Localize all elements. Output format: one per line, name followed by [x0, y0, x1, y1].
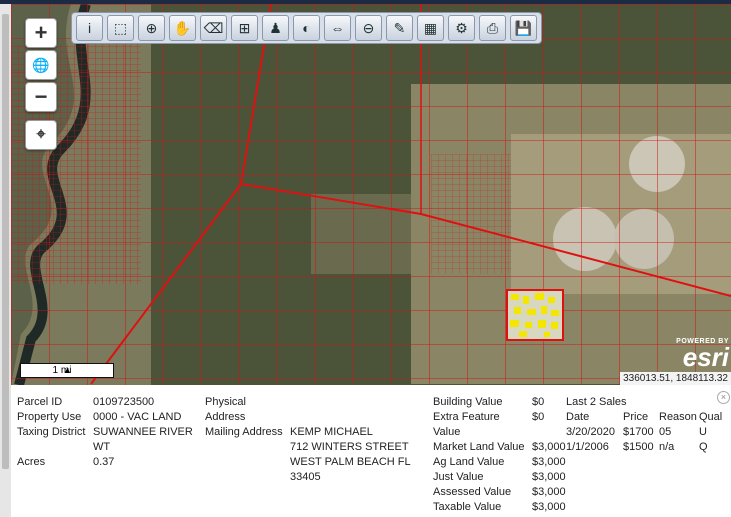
sales-title: Last 2 Sales: [566, 396, 627, 408]
sales-cell: 1/1/2006: [566, 441, 609, 453]
sales-cell: 3/20/2020: [566, 426, 615, 438]
mailing-address-line: WEST PALM BEACH FL: [290, 456, 411, 468]
scale-bar: 1 mi ▲: [20, 363, 114, 378]
esri-logo: esri: [682, 342, 729, 372]
parcel-field-value: SUWANNEE RIVER: [93, 426, 193, 438]
pan-hand-icon[interactable]: ✋: [169, 15, 196, 41]
zoom-out-icon[interactable]: ⊖: [355, 15, 382, 41]
parcel-field-label: Taxing District: [17, 426, 86, 438]
close-icon[interactable]: ×: [717, 391, 730, 404]
pencil-icon[interactable]: ✎: [386, 15, 413, 41]
sales-cell: $1500: [623, 441, 654, 453]
sales-header: Qual: [699, 411, 723, 423]
scrollbar-thumb[interactable]: [2, 14, 9, 469]
value-amount: $3,000: [532, 441, 566, 453]
map-toolbar: i ⬚ ⊕ ✋ ⌫ ⊞ ♟ ◐ ⇔ ⊖ ✎ ▦ ⚙ ⎙ 💾: [71, 12, 542, 44]
scale-triangle-icon: ▲: [63, 365, 72, 375]
value-label: Building Value: [433, 396, 503, 408]
sales-cell: Q: [699, 441, 708, 453]
zoom-in-box-icon[interactable]: ⊕: [138, 15, 165, 41]
value-amount: $3,000: [532, 486, 566, 498]
sales-cell: U: [699, 426, 707, 438]
parcel-field-value: 0.37: [93, 456, 115, 468]
save-icon[interactable]: 💾: [510, 15, 537, 41]
esri-attribution: POWERED BY esri: [676, 338, 729, 372]
locate-icon[interactable]: ⌖: [25, 120, 57, 150]
mailing-address-line: 712 WINTERS STREET: [290, 441, 409, 453]
sales-header: Date: [566, 411, 590, 423]
parcel-info-panel: × Parcel ID Property Use Taxing District Ac…: [11, 385, 731, 517]
mailing-address-line: KEMP MICHAEL: [290, 426, 373, 438]
value-amount: $3,000: [532, 471, 566, 483]
parcel-field-value: 0109723500: [93, 396, 155, 408]
zoom-out-button[interactable]: −: [25, 82, 57, 112]
parcel-field-value: 0000 - VAC LAND: [93, 411, 182, 423]
value-amount: $3,000: [532, 456, 566, 468]
mailing-address-line: 33405: [290, 471, 321, 483]
value-label: Market Land Value: [433, 441, 525, 453]
globe-icon[interactable]: 🌐: [25, 50, 57, 80]
address-label: Physical: [205, 396, 246, 408]
sales-cell: n/a: [659, 441, 675, 453]
value-amount: $3,000: [532, 501, 566, 513]
value-label: Ag Land Value: [433, 456, 505, 468]
zoom-in-button[interactable]: +: [25, 18, 57, 48]
select-icon[interactable]: ⬚: [107, 15, 134, 41]
person-icon[interactable]: ♟: [262, 15, 289, 41]
sales-cell: 05: [659, 426, 672, 438]
address-label: Address: [205, 411, 246, 423]
value-label: Just Value: [433, 471, 484, 483]
parcel-field-label: Acres: [17, 456, 46, 468]
layers-icon[interactable]: ◐: [293, 15, 320, 41]
printer-icon[interactable]: ⎙: [479, 15, 506, 41]
sales-header: Reason: [659, 411, 697, 423]
settings-icon[interactable]: ⚙: [448, 15, 475, 41]
sales-header: Price: [623, 411, 649, 423]
measure-icon[interactable]: ⇔: [324, 15, 351, 41]
identify-icon[interactable]: i: [76, 15, 103, 41]
parcel-field-label: Parcel ID: [17, 396, 63, 408]
parcel-field-label: Property Use: [17, 411, 82, 423]
coordinate-readout: 336013.51, 1848113.32: [620, 372, 731, 385]
value-label: Extra Feature: [433, 411, 500, 423]
value-amount: $0: [532, 396, 545, 408]
value-amount: $0: [532, 411, 545, 423]
select-area-icon[interactable]: ⊞: [231, 15, 258, 41]
value-label: Assessed Value: [433, 486, 512, 498]
eraser-icon[interactable]: ⌫: [200, 15, 227, 41]
map-print-icon[interactable]: ▦: [417, 15, 444, 41]
address-label: Mailing Address: [205, 426, 283, 438]
parcel-field-value: WT: [93, 441, 111, 453]
value-label: Value: [433, 426, 461, 438]
value-label: Taxable Value: [433, 501, 502, 513]
map-view[interactable]: + 🌐 − ⌖ i ⬚ ⊕ ✋ ⌫ ⊞ ♟ ◐ ⇔ ⊖ ✎ ▦ ⚙ ⎙ 💾 1 mi ▲ POWERED BY…: [11, 4, 731, 385]
satellite-imagery: [11, 4, 731, 385]
sales-cell: $1700: [623, 426, 654, 438]
